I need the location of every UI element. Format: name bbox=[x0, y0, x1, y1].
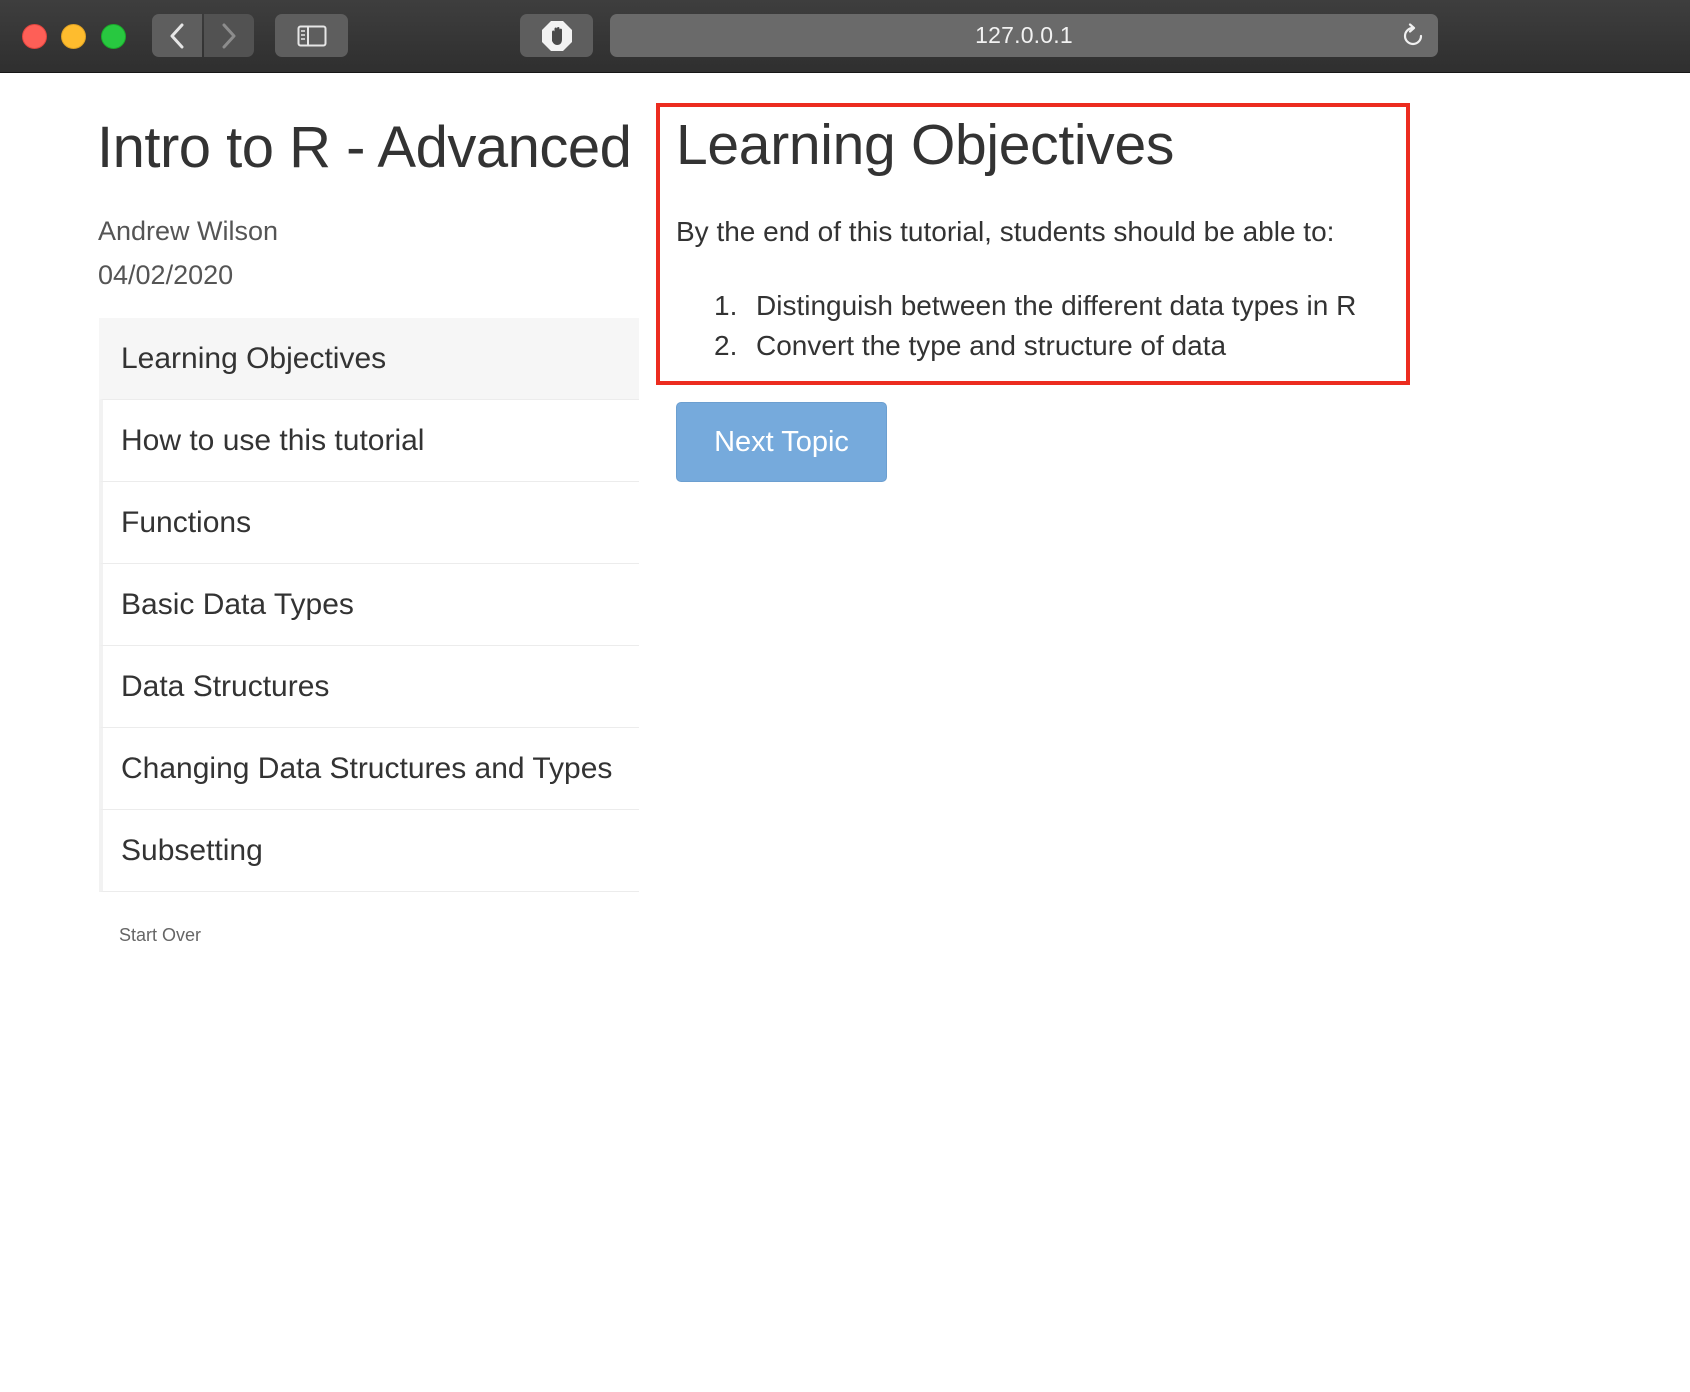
chevron-left-icon bbox=[170, 23, 184, 48]
reload-button[interactable] bbox=[1400, 23, 1426, 54]
hand-stop-icon bbox=[541, 20, 572, 51]
objective-item: 2. Convert the type and structure of dat… bbox=[714, 326, 1356, 366]
sidebar-toggle-button[interactable] bbox=[275, 14, 348, 57]
objective-number: 2. bbox=[714, 330, 738, 361]
topic-subsetting[interactable]: Subsetting bbox=[99, 810, 639, 892]
topic-functions[interactable]: Functions bbox=[99, 482, 639, 564]
browser-toolbar: 127.0.0.1 bbox=[0, 0, 1690, 73]
section-title: Learning Objectives bbox=[676, 113, 1175, 177]
topic-navigation: Learning Objectives How to use this tuto… bbox=[99, 318, 639, 892]
topic-changing-data-structures[interactable]: Changing Data Structures and Types bbox=[99, 728, 639, 810]
next-topic-button[interactable]: Next Topic bbox=[676, 402, 887, 482]
objectives-intro: By the end of this tutorial, students sh… bbox=[676, 216, 1335, 247]
url-text: 127.0.0.1 bbox=[975, 22, 1073, 48]
tutorial-title: Intro to R - Advanced bbox=[97, 115, 632, 180]
objective-text: Convert the type and structure of data bbox=[756, 330, 1227, 361]
topic-learning-objectives[interactable]: Learning Objectives bbox=[99, 318, 639, 400]
zoom-window-button[interactable] bbox=[101, 24, 126, 49]
objectives-list: 1. Distinguish between the different dat… bbox=[714, 286, 1356, 366]
topic-how-to-use[interactable]: How to use this tutorial bbox=[99, 400, 639, 482]
topic-data-structures[interactable]: Data Structures bbox=[99, 646, 639, 728]
content-blocker-button[interactable] bbox=[520, 14, 593, 57]
topic-basic-data-types[interactable]: Basic Data Types bbox=[99, 564, 639, 646]
chevron-right-icon bbox=[222, 23, 236, 48]
back-button[interactable] bbox=[152, 14, 202, 57]
reload-icon bbox=[1403, 23, 1423, 46]
start-over-link[interactable]: Start Over bbox=[119, 925, 201, 946]
sidebar-icon bbox=[297, 25, 326, 46]
close-window-button[interactable] bbox=[22, 24, 47, 49]
address-bar[interactable]: 127.0.0.1 bbox=[610, 14, 1438, 57]
tutorial-date: 04/02/2020 bbox=[98, 260, 234, 290]
forward-button[interactable] bbox=[204, 14, 254, 57]
tutorial-author: Andrew Wilson bbox=[98, 216, 279, 246]
objective-text: Distinguish between the different data t… bbox=[756, 290, 1357, 321]
minimize-window-button[interactable] bbox=[61, 24, 86, 49]
objective-item: 1. Distinguish between the different dat… bbox=[714, 286, 1356, 326]
objective-number: 1. bbox=[714, 290, 738, 321]
